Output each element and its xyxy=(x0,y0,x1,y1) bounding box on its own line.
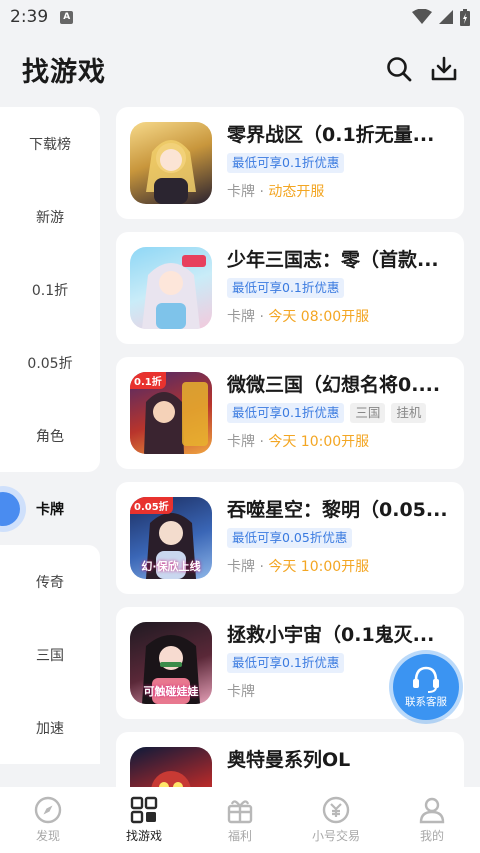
discount-tag: 最低可享0.05折优惠 xyxy=(227,528,353,548)
open-time: 动态开服 xyxy=(268,184,325,200)
nav-find-games[interactable]: 找游戏 xyxy=(96,787,192,853)
header: 找游戏 xyxy=(0,34,480,104)
game-meta: 卡牌 · 今天 10:00开服 xyxy=(227,434,370,450)
nav-label: 找游戏 xyxy=(125,829,162,843)
game-name: 少年三国志：零（首款... xyxy=(227,249,439,271)
open-time: 今天 08:00开服 xyxy=(268,309,370,325)
genre-tag: 挂机 xyxy=(391,403,427,423)
category-sidebar: 下载榜 新游 0.1折 0.05折 角色 卡牌 传奇 三国 加速 xyxy=(0,107,100,764)
open-time: 今天 10:00开服 xyxy=(268,434,370,450)
tag-row: 最低可享0.1折优惠 xyxy=(227,153,450,173)
page-title: 找游戏 xyxy=(22,56,106,88)
discount-badge: 0.05折 xyxy=(130,497,173,514)
user-icon xyxy=(419,797,445,824)
nav-label: 福利 xyxy=(227,829,252,843)
sidebar-item-rpg[interactable]: 角色 xyxy=(0,399,100,472)
sidebar-item-three-kingdoms[interactable]: 三国 xyxy=(0,618,100,691)
game-meta: 卡牌 · 今天 08:00开服 xyxy=(227,309,370,325)
game-info: 微微三国（幻想名将0.... 最低可享0.1折优惠 三国 挂机 卡牌 · 今天 … xyxy=(227,372,450,454)
nav-account-trade[interactable]: 小号交易 xyxy=(288,787,384,853)
game-category: 卡牌 xyxy=(227,559,255,575)
sidebar-item-speedup[interactable]: 加速 xyxy=(0,691,100,764)
game-icon xyxy=(130,247,212,329)
status-icons xyxy=(412,8,470,26)
game-icon: 0.05折 幻·保欣上线 xyxy=(130,497,212,579)
game-info: 吞噬星空：黎明（0.05... 最低可享0.05折优惠 卡牌 · 今天 10:0… xyxy=(227,497,450,579)
headset-icon xyxy=(413,666,439,693)
wifi-icon xyxy=(412,9,432,24)
trade-icon xyxy=(322,796,350,824)
game-name: 奥特曼系列OL xyxy=(227,749,351,771)
sidebar-item-card[interactable]: 卡牌 xyxy=(0,472,100,545)
game-meta: 卡牌 · 动态开服 xyxy=(227,184,325,200)
game-category: 卡牌 xyxy=(227,684,255,700)
sidebar-item-download-rank[interactable]: 下载榜 xyxy=(0,107,100,180)
nav-welfare[interactable]: 福利 xyxy=(192,787,288,853)
discount-tag: 最低可享0.1折优惠 xyxy=(227,653,345,673)
game-card[interactable]: 零界战区（0.1折无量... 最低可享0.1折优惠 卡牌 · 动态开服 xyxy=(116,107,464,219)
game-icon xyxy=(130,122,212,204)
nav-label: 发现 xyxy=(35,829,60,843)
sidebar-item-new-games[interactable]: 新游 xyxy=(0,180,100,253)
character-art-icon xyxy=(146,140,196,204)
sidebar-item-005-discount[interactable]: 0.05折 xyxy=(0,326,100,399)
nav-mine[interactable]: 我的 xyxy=(384,787,480,853)
genre-tag: 三国 xyxy=(350,403,386,423)
tag-row: 最低可享0.1折优惠 xyxy=(227,278,450,298)
game-name: 吞噬星空：黎明（0.05... xyxy=(227,499,448,521)
discount-tag: 最低可享0.1折优惠 xyxy=(227,278,345,298)
tag-row: 最低可享0.1折优惠 三国 挂机 xyxy=(227,403,450,423)
active-indicator xyxy=(0,491,20,526)
status-time: 2:39 xyxy=(10,7,49,27)
notification-icon: A xyxy=(60,10,74,24)
discount-tag: 最低可享0.1折优惠 xyxy=(227,153,345,173)
signal-icon xyxy=(439,10,453,24)
tag-row: 最低可享0.05折优惠 xyxy=(227,528,450,548)
status-bar: 2:39 A xyxy=(0,0,480,34)
game-name: 微微三国（幻想名将0.... xyxy=(227,374,441,396)
grid-icon xyxy=(130,796,158,824)
game-name: 拯救小宇宙（0.1鬼灭... xyxy=(227,624,435,646)
bottom-nav: 发现 找游戏 福利 小号交易 我的 xyxy=(0,787,480,853)
sidebar-item-label: 卡牌 xyxy=(36,501,64,518)
game-info: 少年三国志：零（首款... 最低可享0.1折优惠 卡牌 · 今天 08:00开服 xyxy=(227,247,450,329)
gift-icon xyxy=(227,800,253,824)
customer-service-button[interactable]: 联系客服 xyxy=(393,654,459,720)
battery-icon xyxy=(460,8,470,26)
game-list: 零界战区（0.1折无量... 最低可享0.1折优惠 卡牌 · 动态开服 少年三国… xyxy=(116,107,464,853)
sidebar-item-legend[interactable]: 传奇 xyxy=(0,545,100,618)
game-category: 卡牌 xyxy=(227,309,255,325)
open-time: 今天 10:00开服 xyxy=(268,559,370,575)
game-category: 卡牌 xyxy=(227,434,255,450)
game-info: 零界战区（0.1折无量... 最低可享0.1折优惠 卡牌 · 动态开服 xyxy=(227,122,450,204)
discount-badge: 0.1折 xyxy=(130,372,166,389)
compass-icon xyxy=(34,796,62,824)
game-meta: 卡牌 · 今天 10:00开服 xyxy=(227,559,370,575)
nav-discover[interactable]: 发现 xyxy=(0,787,96,853)
customer-service-label: 联系客服 xyxy=(405,696,447,708)
character-art-icon xyxy=(142,255,206,329)
download-icon[interactable] xyxy=(430,56,458,82)
game-card[interactable]: 0.05折 幻·保欣上线 吞噬星空：黎明（0.05... 最低可享0.05折优惠… xyxy=(116,482,464,594)
icon-caption: 幻·保欣上线 xyxy=(141,560,201,573)
game-icon: 可触碰娃娃 xyxy=(130,622,212,704)
game-icon: 0.1折 xyxy=(130,372,212,454)
nav-label: 我的 xyxy=(419,829,444,843)
nav-label: 小号交易 xyxy=(311,829,360,843)
header-actions xyxy=(386,56,458,82)
game-card[interactable]: 0.1折 微微三国（幻想名将0.... 最低可享0.1折优惠 三国 挂机 卡牌 … xyxy=(116,357,464,469)
game-card[interactable]: 少年三国志：零（首款... 最低可享0.1折优惠 卡牌 · 今天 08:00开服 xyxy=(116,232,464,344)
game-category: 卡牌 xyxy=(227,184,255,200)
discount-tag: 最低可享0.1折优惠 xyxy=(227,403,345,423)
sidebar-item-01-discount[interactable]: 0.1折 xyxy=(0,253,100,326)
search-icon[interactable] xyxy=(386,56,412,82)
game-name: 零界战区（0.1折无量... xyxy=(227,124,435,146)
icon-caption: 可触碰娃娃 xyxy=(143,685,199,698)
